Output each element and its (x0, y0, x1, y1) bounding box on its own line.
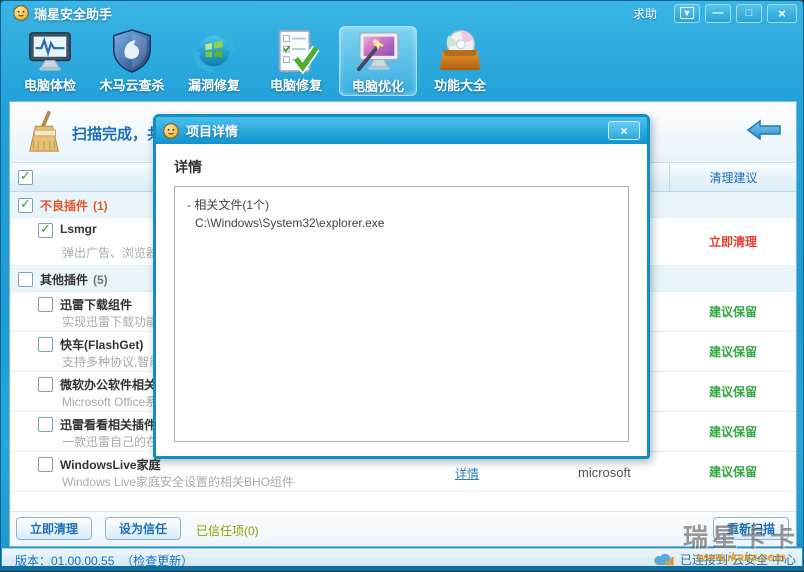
plugin-checkbox[interactable] (38, 337, 53, 352)
set-trust-button[interactable]: 设为信任 (105, 517, 182, 540)
plugin-company: microsoft (578, 465, 631, 480)
tab-computer-repair[interactable]: 电脑修复 (257, 26, 335, 96)
main-toolbar: 电脑体检 木马云查杀 漏洞修复 电脑修复 电脑优化 功能大全 (11, 26, 503, 98)
category-count: (1) (93, 199, 108, 213)
related-files-line: - 相关文件(1个) (187, 198, 269, 212)
advice-link-keep[interactable]: 建议保留 (670, 292, 796, 331)
close-button[interactable]: × (767, 3, 797, 23)
tab-computer-optimize[interactable]: 电脑优化 (339, 26, 417, 96)
plugin-name: Lsmgr (60, 222, 97, 236)
select-all-checkbox[interactable] (18, 168, 33, 185)
tab-trojan-cloud-scan[interactable]: 木马云查杀 (93, 26, 171, 96)
dialog-title: 项目详情 (186, 124, 239, 139)
item-detail-dialog: 项目详情 × 详情 - 相关文件(1个) C:\Windows\System32… (153, 114, 650, 459)
status-bar: 版本：01.00.00.55 （检查更新） 已连接到“云安全”中心 (2, 548, 802, 568)
tab-vulnerability-fix[interactable]: 漏洞修复 (175, 26, 253, 96)
broom-icon (22, 110, 66, 154)
advice-link-keep[interactable]: 建议保留 (670, 372, 796, 411)
advice-link-keep[interactable]: 建议保留 (670, 332, 796, 371)
plugin-checkbox[interactable] (38, 221, 53, 238)
dialog-close-button[interactable]: × (608, 121, 640, 140)
category-checkbox[interactable] (18, 272, 33, 287)
maximize-button[interactable]: □ (736, 3, 762, 23)
plugin-description: Windows Live家庭安全设置的相关BHO组件 (62, 475, 295, 489)
tab-label: 电脑体检 (23, 78, 76, 93)
tab-label: 电脑修复 (269, 78, 322, 93)
plugin-name: WindowsLive家庭 (60, 458, 161, 472)
skin-button[interactable]: ▼ (674, 3, 700, 23)
cloud-connection-status: 已连接到“云安全”中心 (680, 553, 796, 567)
category-count: (5) (93, 273, 108, 287)
app-window: 瑞星安全助手 求助 ▼ — □ × 电脑体检 木马云查杀 漏洞修复 电脑修复 电… (0, 0, 804, 571)
tab-all-functions[interactable]: 功能大全 (421, 26, 499, 96)
column-header-clean-advice: 清理建议 (669, 163, 797, 191)
minimize-button[interactable]: — (705, 3, 731, 23)
shield-icon (109, 28, 155, 74)
tab-label: 功能大全 (433, 78, 486, 93)
monitor-wand-icon (355, 29, 401, 75)
trusted-items-link[interactable]: 已信任项(0) (196, 522, 259, 539)
plugin-checkbox[interactable] (38, 377, 53, 392)
scan-status-text: 扫描完成，共 (72, 126, 163, 143)
plugin-description: 一款迅雷自己的在 (62, 435, 159, 449)
plugin-name: 迅雷下载组件 (60, 298, 133, 312)
disc-box-icon (437, 28, 483, 74)
check-update-link[interactable]: 检查更新 (133, 554, 181, 568)
clean-now-button[interactable]: 立即清理 (16, 517, 93, 540)
tab-label: 电脑优化 (351, 79, 404, 94)
checklist-icon (273, 28, 320, 75)
file-path-line: C:\Windows\System32\explorer.exe (195, 216, 385, 230)
detail-link[interactable]: 详情 (455, 465, 479, 482)
dialog-logo-icon (163, 122, 179, 139)
plugin-description: 支持多种协议,智能 (62, 355, 162, 369)
category-checkbox[interactable] (18, 196, 33, 213)
advice-link-keep[interactable]: 建议保留 (670, 412, 796, 451)
app-title: 瑞星安全助手 (34, 6, 113, 22)
cloud-security-icon (652, 553, 676, 567)
detail-text-box: - 相关文件(1个) C:\Windows\System32\explorer.… (174, 186, 629, 442)
plugin-description: 弹出广告、浏览器 (62, 246, 159, 260)
version-label: 版本：01.00.00.55 (15, 554, 115, 568)
back-arrow-icon[interactable] (746, 118, 782, 142)
titlebar: 瑞星安全助手 求助 ▼ — □ × (1, 1, 803, 25)
tab-label: 木马云查杀 (99, 78, 165, 93)
tab-label: 漏洞修复 (187, 78, 240, 93)
advice-link-keep[interactable]: 建议保留 (670, 452, 796, 491)
windows-refresh-icon (191, 28, 237, 74)
help-link[interactable]: 求助 (633, 5, 657, 22)
plugin-name: 快车(FlashGet) (60, 338, 144, 352)
plugin-description: 实现迅雷下载功能 (62, 315, 159, 329)
category-label: 其他插件 (40, 273, 89, 287)
plugin-name: 迅雷看看相关插件 (60, 418, 157, 432)
dialog-body: 详情 - 相关文件(1个) C:\Windows\System32\explor… (156, 144, 647, 442)
rescan-button[interactable]: 重新扫描 (712, 517, 789, 540)
plugin-description: Microsoft Office系 (62, 395, 158, 409)
skin-icon: ▼ (679, 7, 695, 19)
category-label: 不良插件 (40, 199, 89, 213)
monitor-pulse-icon (27, 28, 73, 74)
plugin-checkbox[interactable] (38, 457, 53, 472)
app-logo-icon (13, 5, 29, 21)
plugin-checkbox[interactable] (38, 297, 53, 312)
plugin-checkbox[interactable] (38, 417, 53, 432)
tab-computer-checkup[interactable]: 电脑体检 (11, 26, 89, 96)
paren: ） (181, 554, 194, 568)
dialog-titlebar: 项目详情 × (156, 117, 647, 144)
detail-section-label: 详情 (174, 159, 202, 175)
advice-link-clean-now[interactable]: 立即清理 (670, 218, 796, 265)
action-footer: 立即清理 设为信任 已信任项(0) 重新扫描 (10, 511, 796, 546)
paren: （ (121, 554, 134, 568)
plugin-name: 微软办公软件相关控 (60, 378, 169, 392)
